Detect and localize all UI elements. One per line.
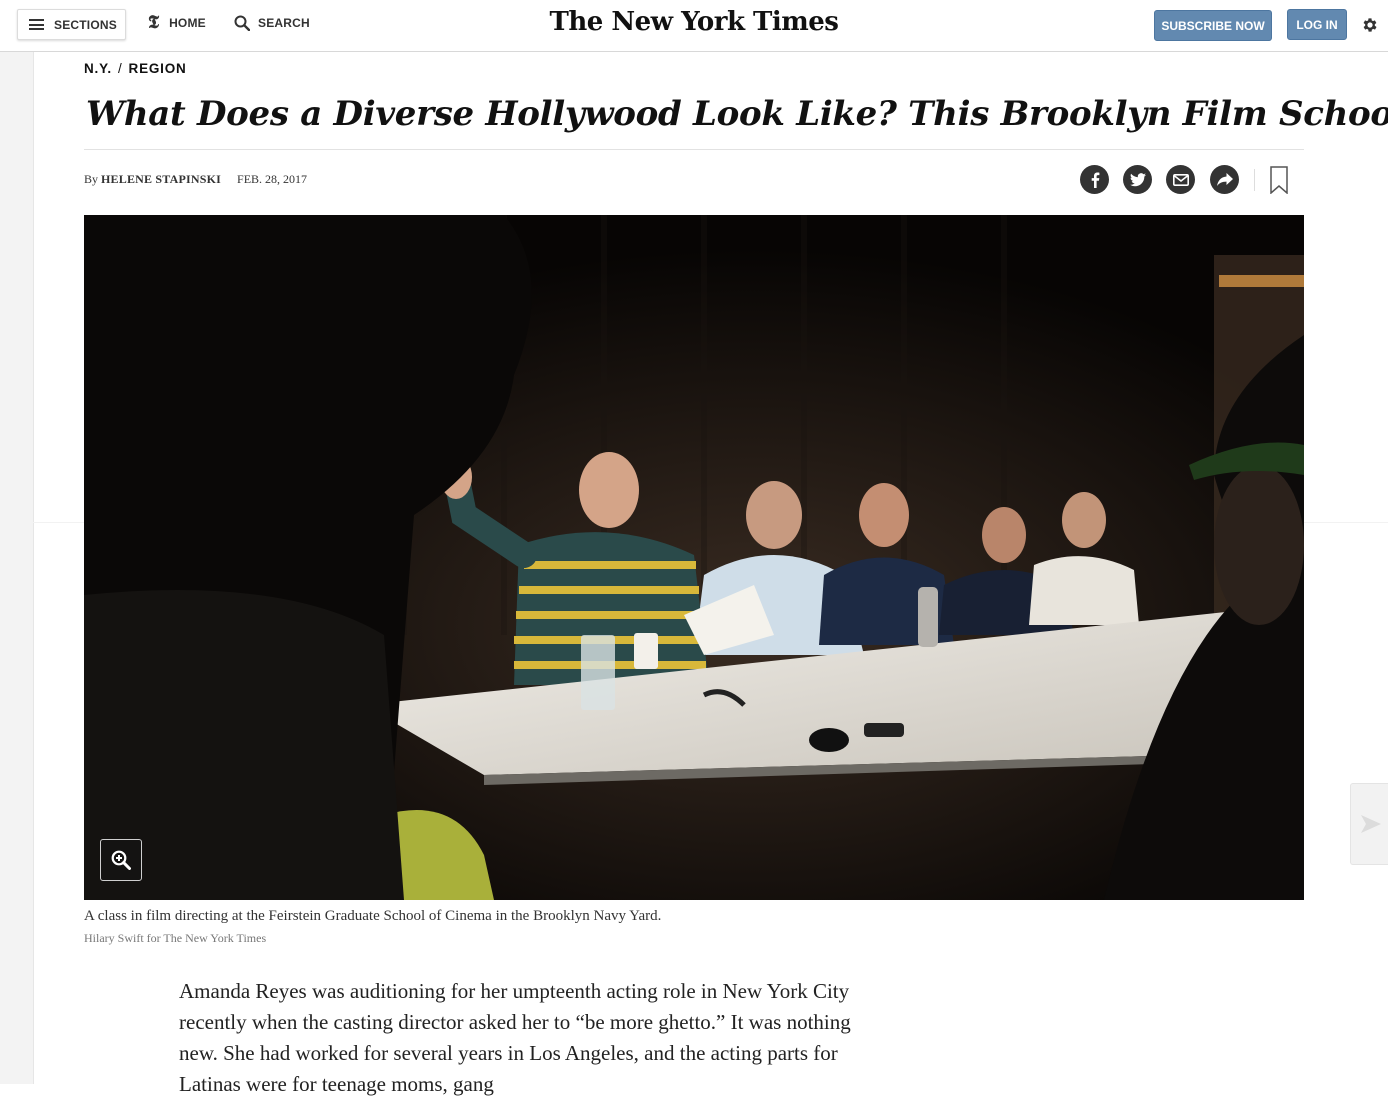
kicker-separator: / bbox=[117, 61, 123, 76]
photo-caption: A class in film directing at the Feirste… bbox=[84, 908, 662, 924]
subscribe-button[interactable]: SUBSCRIBE NOW bbox=[1154, 10, 1272, 41]
byline-prefix: By bbox=[84, 172, 99, 186]
publish-date: FEB. 28, 2017 bbox=[237, 172, 308, 186]
author-link[interactable]: HELENE STAPINSKI bbox=[101, 172, 221, 186]
login-button[interactable]: LOG IN bbox=[1287, 9, 1347, 40]
byline: By HELENE STAPINSKI FEB. 28, 2017 bbox=[84, 172, 307, 187]
email-icon bbox=[1172, 173, 1189, 186]
lead-photo[interactable] bbox=[84, 215, 1304, 900]
section-kicker: N.Y. / REGION bbox=[84, 61, 187, 76]
header-rule bbox=[84, 149, 1304, 150]
next-article-button[interactable] bbox=[1350, 783, 1388, 865]
masthead: SECTIONS 𝕿 HOME SEARCH The New York Time… bbox=[0, 0, 1388, 52]
gear-icon[interactable] bbox=[1361, 16, 1379, 34]
article-headline: What Does a Diverse Hollywood Look Like?… bbox=[86, 94, 1388, 134]
share-arrow-icon bbox=[1216, 172, 1233, 186]
facebook-share-button[interactable] bbox=[1080, 165, 1109, 194]
zoom-in-icon bbox=[111, 850, 131, 870]
chevron-right-icon bbox=[1360, 815, 1381, 833]
twitter-icon bbox=[1129, 172, 1146, 186]
kicker-section-link[interactable]: N.Y. bbox=[84, 61, 112, 76]
twitter-share-button[interactable] bbox=[1123, 165, 1152, 194]
article-body-paragraph: Amanda Reyes was auditioning for her ump… bbox=[179, 979, 851, 1096]
photo-credit: Hilary Swift for The New York Times bbox=[84, 931, 267, 945]
more-share-button[interactable] bbox=[1210, 165, 1239, 194]
facebook-icon bbox=[1091, 172, 1099, 188]
kicker-subsection-link[interactable]: REGION bbox=[129, 61, 187, 76]
classroom-scene-image bbox=[84, 215, 1304, 900]
share-divider bbox=[1254, 169, 1255, 191]
zoom-button[interactable] bbox=[100, 839, 142, 881]
email-share-button[interactable] bbox=[1166, 165, 1195, 194]
bookmark-icon[interactable] bbox=[1270, 166, 1288, 194]
left-rail bbox=[0, 0, 34, 1084]
